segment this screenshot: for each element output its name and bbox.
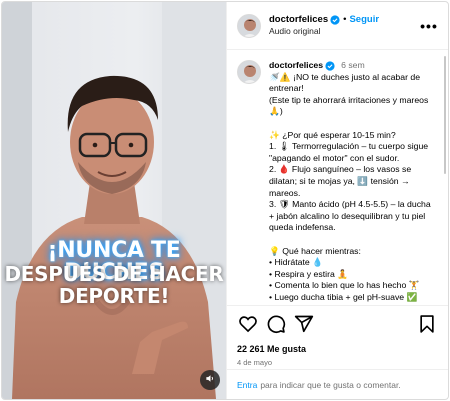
post-side-panel: doctorfelices • Seguir Audio original ••…	[226, 2, 448, 399]
caption-time: 6 sem	[341, 60, 365, 70]
separator-dot: •	[343, 14, 347, 26]
caption-line: 3. 🛡 Manto ácido (pH 4.5-5.5) – la ducha	[269, 199, 431, 210]
reel-video[interactable]: ¡NUNCA TE DUCHES DESPUÉS DE HACER DEPORT…	[2, 2, 226, 399]
caption-line: • Hidrátate 💧	[269, 257, 323, 268]
verified-icon	[330, 15, 340, 25]
caption-line: mareos.	[269, 187, 301, 198]
heart-icon	[238, 314, 258, 339]
login-link[interactable]: Entra	[237, 380, 257, 390]
caption-line: ✨ ¿Por qué esperar 10-15 min?	[269, 129, 396, 140]
overlay-title-line-3: DEPORTE!	[58, 284, 170, 308]
caption-line: entrenar!	[269, 83, 304, 94]
caption-line: 🚿⚠️ ¡NO te duches justo al acabar de	[269, 71, 421, 82]
scrollbar[interactable]	[444, 56, 446, 174]
caption-line: 1. 🌡 Termorregulación – tu cuerpo sigue	[269, 141, 429, 152]
username-link[interactable]: doctorfelices	[269, 14, 328, 26]
video-frame-image	[2, 2, 226, 399]
comment-button[interactable]	[265, 315, 287, 337]
more-options-button[interactable]: •••	[420, 18, 438, 34]
audio-label[interactable]: Audio original	[269, 26, 420, 37]
login-prompt-text: para indicar que te gusta o comentar.	[260, 379, 401, 390]
verified-icon	[325, 61, 335, 71]
caption-line: 2. 🩸 Flujo sanguíneo – los vasos se	[269, 164, 412, 175]
header-text: doctorfelices • Seguir Audio original	[269, 14, 420, 37]
caption-line: 💡 Qué hacer mientras:	[269, 245, 361, 256]
post-dialog: ¡NUNCA TE DUCHES DESPUÉS DE HACER DEPORT…	[1, 1, 449, 400]
caption-line: 🙏)	[269, 106, 283, 117]
like-button[interactable]	[237, 315, 259, 337]
login-to-comment-bar: Entra para indicar que te gusta o coment…	[227, 369, 448, 399]
post-date[interactable]: 4 de mayo	[237, 358, 438, 367]
action-bar	[237, 314, 438, 338]
caption-avatar[interactable]	[237, 60, 261, 84]
caption-line: • Respira y estira 🧘	[269, 268, 349, 279]
caption-line: + jabón alcalino lo desequilibran y tu p…	[269, 210, 426, 221]
share-button[interactable]	[293, 315, 315, 337]
avatar[interactable]	[237, 13, 261, 38]
like-count[interactable]: 22 261 Me gusta	[237, 344, 438, 354]
share-icon	[294, 314, 314, 339]
caption-line: • Comenta lo bien que lo has hecho 🏋️	[269, 280, 420, 291]
overlay-title-line-2: DESPUÉS DE HACER	[4, 262, 224, 286]
caption-line: • Luego ducha tibia + gel pH-suave ✅	[269, 291, 418, 302]
caption-line: queda indefensa.	[269, 222, 336, 233]
caption-scroll-area[interactable]: doctorfelices 6 sem 🚿⚠️ ¡NO te duches ju…	[227, 50, 448, 305]
save-button[interactable]	[416, 314, 438, 339]
mute-button[interactable]	[200, 370, 220, 390]
caption-line: "apagando el motor" con el sudor.	[269, 152, 400, 163]
caption-text: 🚿⚠️ ¡NO te duches justo al acabar de entr…	[269, 72, 438, 304]
mute-icon	[205, 371, 216, 389]
comment-icon	[266, 314, 286, 339]
save-icon	[417, 314, 437, 339]
caption-username[interactable]: doctorfelices	[269, 60, 323, 72]
caption-line: (Este tip te ahorrará irritaciones y mar…	[269, 94, 429, 105]
caption-line: dilatan; si te mojas ya, ⬇️ tensión →	[269, 175, 410, 186]
follow-button[interactable]: Seguir	[349, 14, 379, 26]
caption-body: doctorfelices 6 sem 🚿⚠️ ¡NO te duches ju…	[269, 60, 438, 303]
post-header: doctorfelices • Seguir Audio original ••…	[227, 2, 448, 50]
